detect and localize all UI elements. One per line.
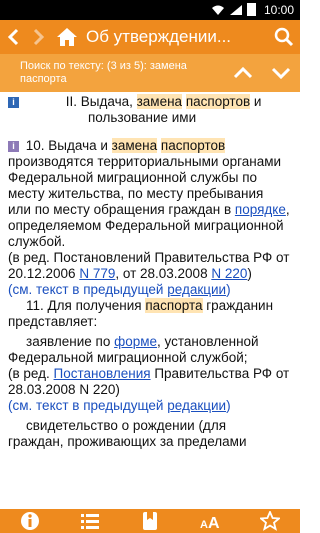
bottom-toolbar: A A	[0, 509, 300, 533]
status-bar: 10:00	[0, 0, 300, 20]
info-icon	[21, 512, 39, 530]
chevron-right-icon	[33, 28, 45, 46]
svg-text:A: A	[200, 519, 208, 530]
prev-edition-note-2: (см. текст в предыдущей редакции)	[8, 398, 231, 413]
revision-note-1: (в ред. Постановлений Правительства РФ о…	[8, 250, 290, 281]
search-result-text: Поиск по тексту: (3 из 5): замена паспор…	[20, 60, 187, 85]
favorite-button[interactable]	[250, 509, 290, 533]
bookmark-icon	[143, 512, 157, 530]
section-heading: i II. Выдача, замена паспортов и пользов…	[8, 94, 290, 126]
font-size-button[interactable]: A A	[190, 509, 230, 533]
link-prev-edition[interactable]: редакции	[167, 398, 226, 413]
search-icon	[274, 27, 294, 47]
link-decree-779[interactable]: N 779	[79, 266, 115, 281]
battery-icon	[247, 3, 256, 16]
document-content[interactable]: i II. Выдача, замена паспортов и пользов…	[0, 92, 300, 509]
next-match-button[interactable]	[262, 54, 300, 92]
chevron-up-icon	[233, 67, 253, 79]
search-result-bar: Поиск по тексту: (3 из 5): замена паспор…	[0, 54, 300, 92]
link-decree-220[interactable]: N 220	[211, 266, 247, 281]
page-title: Об утверждении...	[86, 27, 232, 46]
back-button[interactable]	[0, 20, 26, 54]
link-decree[interactable]: Постановления	[54, 366, 151, 381]
font-size-icon: A A	[200, 515, 220, 530]
home-button[interactable]	[52, 20, 82, 54]
forward-button[interactable]	[26, 20, 52, 54]
revision-note-2: (в ред. Постановления Правительства РФ о…	[8, 366, 290, 397]
birth-certificate-item: свидетельство о рождении (для граждан, п…	[8, 418, 247, 449]
search-button[interactable]	[268, 20, 300, 54]
list-icon	[81, 514, 99, 529]
contents-button[interactable]	[70, 509, 110, 533]
chevron-left-icon	[7, 28, 19, 46]
link-prev-edition[interactable]: редакции	[167, 282, 226, 297]
status-icons	[211, 3, 256, 16]
link-form[interactable]: форме	[114, 334, 157, 349]
paragraph-10: i 10. Выдача и замена паспортов производ…	[8, 138, 290, 249]
toolbar: Об утверждении...	[0, 20, 300, 54]
info-button[interactable]	[10, 509, 50, 533]
link-procedure[interactable]: порядке	[235, 202, 286, 217]
svg-text:A: A	[208, 515, 220, 530]
application-item: заявление по форме, установленной Федера…	[8, 334, 259, 365]
status-time: 10:00	[263, 3, 294, 17]
home-icon	[57, 28, 77, 46]
info-icon[interactable]: i	[8, 97, 19, 108]
info-icon[interactable]: i	[8, 141, 19, 152]
paragraph-11: 11. Для получения паспорта гражданин пре…	[8, 298, 274, 329]
wifi-icon	[212, 5, 224, 15]
star-icon	[260, 511, 280, 531]
chevron-down-icon	[271, 67, 291, 79]
bookmark-button[interactable]	[130, 509, 170, 533]
signal-icon	[230, 4, 242, 15]
prev-match-button[interactable]	[224, 54, 262, 92]
prev-edition-note-1: (см. текст в предыдущей редакции)	[8, 282, 231, 297]
